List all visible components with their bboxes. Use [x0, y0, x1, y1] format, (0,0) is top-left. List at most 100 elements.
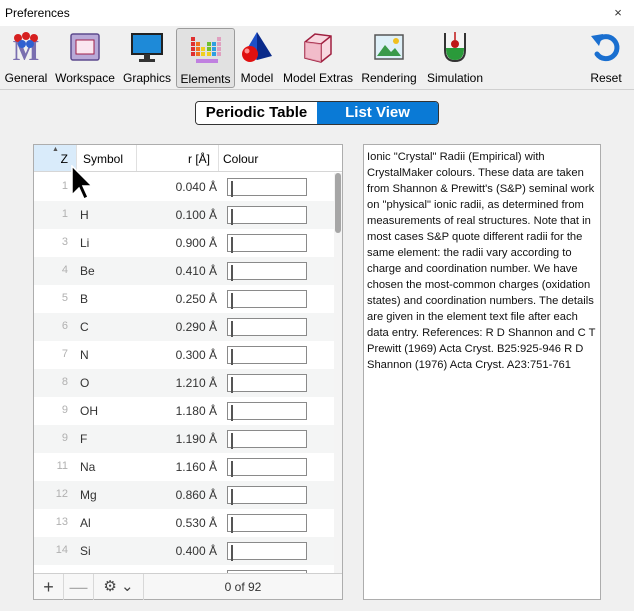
table-row[interactable]: 13 Al 0.530 Å [34, 509, 334, 537]
colour-swatch-button[interactable] [227, 290, 307, 309]
colour-swatch [231, 349, 233, 365]
periodic-table-tab[interactable]: Periodic Table [196, 102, 317, 124]
colour-swatch-button[interactable] [227, 178, 307, 197]
colour-swatch-button[interactable] [227, 346, 307, 365]
scrollbar-thumb[interactable] [335, 173, 341, 233]
colour-swatch [231, 321, 233, 337]
element-table: ▲ Z Symbol r [Å] Colour 1 0.040 Å 1 H 0.100 … [33, 144, 343, 600]
cell-z: 8 [61, 376, 68, 388]
cell-radius: 0.100 Å [175, 208, 217, 222]
table-row[interactable] [34, 565, 334, 573]
table-footer: + — ⚙ ⌄ 0 of 92 [34, 573, 342, 600]
cell-z: 7 [61, 348, 68, 360]
colour-swatch-button[interactable] [227, 374, 307, 393]
colour-swatch [231, 461, 233, 477]
gear-menu-button[interactable]: ⚙ ⌄ [94, 574, 144, 600]
toolbar-general[interactable]: M General [2, 28, 50, 88]
table-row[interactable]: 6 C 0.290 Å [34, 313, 334, 341]
colour-swatch-button[interactable] [227, 458, 307, 477]
table-row[interactable]: 9 OH 1.180 Å [34, 397, 334, 425]
colour-swatch-button[interactable] [227, 486, 307, 505]
table-row[interactable]: 1 H 0.100 Å [34, 201, 334, 229]
cell-radius: 1.160 Å [175, 460, 217, 474]
cell-z: 12 [55, 488, 68, 500]
column-z-header[interactable]: ▲ Z [34, 145, 76, 171]
close-icon[interactable]: × [608, 4, 628, 22]
reset-arrow-icon [591, 34, 620, 62]
colour-swatch-button[interactable] [227, 514, 307, 533]
cell-symbol: B [80, 292, 89, 306]
toolbar-model-label: Model [240, 71, 274, 85]
cell-radius: 1.180 Å [175, 404, 217, 418]
cell-radius: 0.040 Å [175, 180, 217, 194]
colour-swatch-button[interactable] [227, 430, 307, 449]
reset-button[interactable]: Reset [586, 28, 626, 88]
toolbar-elements-label: Elements [180, 72, 231, 86]
toolbar-graphics-label: Graphics [122, 71, 172, 85]
cell-symbol: O [80, 376, 90, 390]
cell-z: 5 [61, 292, 68, 304]
toolbar-graphics[interactable]: Graphics [120, 28, 174, 88]
molecule-m-icon: M [13, 32, 39, 64]
table-row[interactable]: 9 F 1.190 Å [34, 425, 334, 453]
colour-swatch [231, 377, 233, 393]
window-title: Preferences [5, 6, 70, 20]
cell-radius: 0.290 Å [175, 320, 217, 334]
table-row[interactable]: 7 N 0.300 Å [34, 341, 334, 369]
toolbar-rendering[interactable]: Rendering [359, 28, 419, 88]
cell-symbol: OH [80, 404, 98, 418]
table-row[interactable]: 5 B 0.250 Å [34, 285, 334, 313]
colour-swatch [231, 181, 233, 197]
column-colour-header[interactable]: Colour [218, 145, 334, 171]
cell-radius: 0.860 Å [175, 488, 217, 502]
add-button[interactable]: + [34, 574, 64, 600]
colour-swatch-button[interactable] [227, 402, 307, 421]
toolbar-elements[interactable]: Elements [176, 28, 235, 88]
colour-swatch [231, 405, 233, 421]
cell-z: 9 [61, 404, 68, 416]
colour-swatch-button[interactable] [227, 234, 307, 253]
table-row[interactable]: 14 Si 0.400 Å [34, 537, 334, 565]
beaker-icon [444, 32, 466, 63]
colour-swatch [231, 293, 233, 309]
cell-symbol: Na [80, 460, 96, 474]
sort-up-icon: ▲ [52, 146, 59, 153]
cell-z: 14 [55, 544, 68, 556]
periodic-table-icon [190, 37, 221, 63]
cell-symbol: Li [80, 236, 90, 250]
colour-swatch-button[interactable] [227, 318, 307, 337]
cell-symbol: Al [80, 516, 91, 530]
description-panel[interactable]: Ionic "Crystal" Radii (Empirical) with C… [363, 144, 601, 600]
table-row[interactable]: 8 O 1.210 Å [34, 369, 334, 397]
monitor-icon [131, 33, 163, 62]
cell-radius: 0.410 Å [175, 264, 217, 278]
selection-count: 0 of 92 [224, 580, 262, 594]
toolbar-simulation[interactable]: Simulation [423, 28, 487, 88]
colour-swatch-button[interactable] [227, 206, 307, 225]
colour-swatch-button[interactable] [227, 542, 307, 561]
table-row[interactable]: 4 Be 0.410 Å [34, 257, 334, 285]
cell-z: 11 [56, 460, 68, 472]
picture-icon [374, 34, 404, 60]
cell-symbol: N [80, 348, 89, 362]
colour-swatch [231, 545, 233, 561]
cell-radius: 0.300 Å [175, 348, 217, 362]
cell-symbol: C [80, 320, 89, 334]
table-scrollbar[interactable] [334, 173, 342, 573]
toolbar-model-extras[interactable]: Model Extras [281, 28, 355, 88]
list-view-tab[interactable]: List View [317, 102, 438, 124]
cell-z: 6 [61, 320, 68, 332]
colour-swatch [231, 517, 233, 533]
remove-button[interactable]: — [64, 574, 94, 600]
view-switch: Periodic Table List View [195, 101, 439, 125]
toolbar-model[interactable]: Model [237, 28, 277, 88]
colour-swatch-button[interactable] [227, 262, 307, 281]
table-row[interactable]: 11 Na 1.160 Å [34, 453, 334, 481]
cell-z: 1 [61, 180, 68, 192]
colour-swatch [231, 209, 233, 225]
table-row[interactable]: 3 Li 0.900 Å [34, 229, 334, 257]
toolbar-workspace[interactable]: Workspace [54, 28, 116, 88]
mouse-pointer-icon [71, 165, 93, 201]
table-row[interactable]: 12 Mg 0.860 Å [34, 481, 334, 509]
column-radius-header[interactable]: r [Å] [136, 145, 218, 171]
